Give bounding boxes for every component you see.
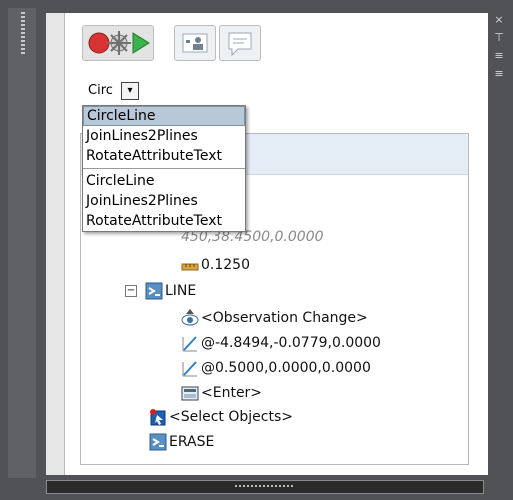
chevron-down-icon[interactable]: ▾ [121, 82, 139, 100]
request-input-button[interactable] [219, 25, 261, 61]
settings-icon[interactable]: ≡ [491, 66, 507, 84]
dropdown-recent-item[interactable]: RotateAttributeText [83, 211, 245, 231]
splitter-grip-icon[interactable] [235, 485, 295, 487]
tree-node-distance[interactable]: 0.1250 [181, 256, 250, 274]
close-icon[interactable]: × [491, 12, 507, 30]
dropdown-item[interactable]: RotateAttributeText [83, 146, 245, 166]
properties-icon[interactable]: ≡ [491, 48, 507, 66]
speech-bubble-icon [228, 32, 252, 57]
keyboard-icon [181, 386, 199, 401]
grip-handle-icon[interactable] [21, 12, 25, 56]
tree-node-observation[interactable]: <Observation Change> [181, 309, 368, 327]
play-macro-icon [88, 31, 150, 55]
ruler-icon [181, 263, 199, 271]
dropdown-separator [83, 168, 245, 169]
dropdown-recent-item[interactable]: JoinLines2Plines [83, 191, 245, 211]
tree-node-erase[interactable]: ERASE [149, 433, 214, 451]
macro-dropdown-list: CircleLine JoinLines2Plines RotateAttrib… [82, 105, 246, 232]
dropdown-item[interactable]: CircleLine [83, 106, 245, 126]
collapse-icon[interactable]: − [125, 285, 137, 297]
play-macro-button[interactable] [82, 25, 154, 61]
command-icon [149, 433, 167, 451]
tree-node-select-objects-text: <Select Objects> [169, 409, 293, 425]
macro-combobox[interactable]: Circ ▾ [84, 80, 139, 102]
tree-node-enter[interactable]: <Enter> [181, 384, 262, 402]
auto-hide-icon[interactable]: ⊤ [491, 30, 507, 48]
tree-node-point1[interactable]: @-4.8494,-0.0779,0.0000 [181, 334, 381, 352]
tree-node-enter-text: <Enter> [201, 385, 263, 401]
tree-node-point2[interactable]: @0.5000,0.0000,0.0000 [181, 359, 371, 377]
tree-node-line-text: LINE [165, 283, 197, 299]
pick-point-icon [182, 361, 197, 377]
palette-controls: × ⊤ ≡ ≡ [491, 12, 507, 84]
dropdown-recent-item[interactable]: CircleLine [83, 171, 245, 191]
tree-node-observation-text: <Observation Change> [201, 310, 368, 326]
insert-user-message-button[interactable] [174, 25, 216, 61]
command-icon [145, 282, 163, 300]
horizontal-splitter[interactable] [46, 480, 484, 494]
tree-node-distance-text: 0.1250 [201, 257, 250, 273]
tree-node-point2-text: @0.5000,0.0000,0.0000 [201, 360, 371, 376]
user-message-icon [182, 33, 208, 53]
palette-titlebar[interactable] [8, 8, 36, 478]
left-divider [46, 13, 65, 475]
tree-node-select-objects[interactable]: <Select Objects> [149, 408, 293, 426]
eye-icon [181, 309, 199, 326]
dropdown-item[interactable]: JoinLines2Plines [83, 126, 245, 146]
macro-combobox-value: Circ [88, 83, 113, 98]
pick-point-icon [182, 336, 197, 352]
tree-node-point1-text: @-4.8494,-0.0779,0.0000 [201, 335, 381, 351]
tree-node-line[interactable]: − LINE [125, 282, 196, 300]
tree-node-erase-text: ERASE [169, 434, 215, 450]
select-objects-icon [150, 409, 166, 426]
